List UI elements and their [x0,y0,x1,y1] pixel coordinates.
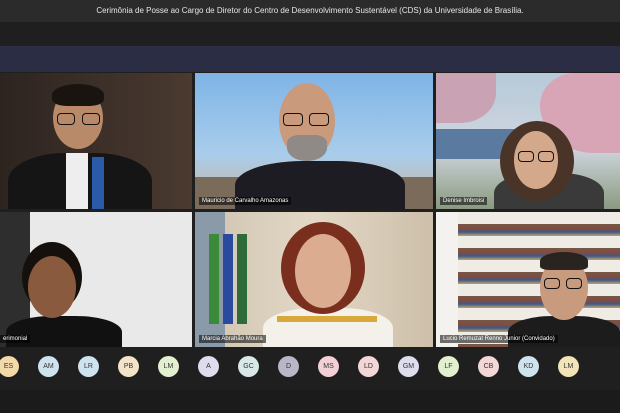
person-head [295,234,351,308]
participant-avatar[interactable]: CB [478,356,499,377]
participant-avatar[interactable]: MS [318,356,339,377]
participant-name: Lucio Remuzat Renno Junior (Convidado) [440,335,558,343]
collar [66,153,88,209]
video-tile[interactable] [0,73,192,209]
window-title: Cerimônia de Posse ao Cargo de Diretor d… [0,0,620,22]
meeting-toolbar [0,22,620,46]
glasses [283,113,303,126]
avatar-initials: LF [444,363,453,370]
participant-avatar[interactable]: LF [438,356,459,377]
video-tile[interactable]: Marcia Abrahão Moura [195,212,433,347]
avatar-initials: LD [364,363,373,370]
avatar-initials: GC [243,363,254,370]
participant-avatar[interactable]: A [198,356,219,377]
participant-avatar[interactable]: D [278,356,299,377]
person-hair [52,84,104,106]
academic-gown [263,308,393,347]
avatar-initials: LM [163,363,174,370]
avatar-initials: MS [323,363,334,370]
glasses [518,151,534,162]
participant-name: Mauricio de Carvalho Amazonas [199,197,292,205]
person-hair [540,252,588,270]
person-head [28,256,76,318]
participant-avatar[interactable]: PB [118,356,139,377]
gown-trim [277,316,377,322]
bottom-bar [0,390,620,413]
avatar-initials: KD [523,363,534,370]
info-banner [0,46,620,72]
participant-avatar[interactable]: AM [38,356,59,377]
flag [237,234,247,324]
participant-avatar[interactable]: GC [238,356,259,377]
avatar-initials: D [285,363,292,370]
participant-name: Denise Imbroisi [440,197,488,205]
participant-avatar[interactable]: LM [558,356,579,377]
participant-avatar[interactable]: LD [358,356,379,377]
participant-avatar[interactable]: KD [518,356,539,377]
video-tile[interactable]: erimonial [0,212,192,347]
participant-avatar[interactable]: LM [158,356,179,377]
participant-avatar[interactable]: ES [0,356,19,377]
participant-name: Marcia Abrahão Moura [199,335,266,343]
glasses [309,113,329,126]
participant-name: erimonial [0,335,31,343]
avatar-initials: LM [563,363,574,370]
avatar-initials: CB [483,363,494,370]
participant-avatar[interactable]: GM [398,356,419,377]
participant-avatar[interactable]: LR [78,356,99,377]
glasses [538,151,554,162]
avatar-initials: AM [43,363,54,370]
glasses [82,113,100,125]
glasses [566,278,582,289]
glasses [57,113,75,125]
avatar-initials: PB [123,363,134,370]
video-grid: Mauricio de Carvalho Amazonas Denise Imb… [0,73,620,347]
avatar-initials: ES [3,363,14,370]
video-tile[interactable]: Denise Imbroisi [436,73,620,209]
person-beard [287,135,327,161]
avatar-initials: LR [84,363,93,370]
flag-brazil [209,234,219,324]
stole [92,157,104,209]
background-wall [436,212,458,347]
video-tile[interactable]: Mauricio de Carvalho Amazonas [195,73,433,209]
flag [223,234,233,324]
avatar-initials: GM [402,363,415,370]
video-tile[interactable]: Lucio Remuzat Renno Junior (Convidado) [436,212,620,347]
participant-avatar-row: ES AM LR PB LM A GC D MS LD GM LF CB KD … [0,356,620,386]
glasses [544,278,560,289]
avatar-initials: A [206,363,211,370]
